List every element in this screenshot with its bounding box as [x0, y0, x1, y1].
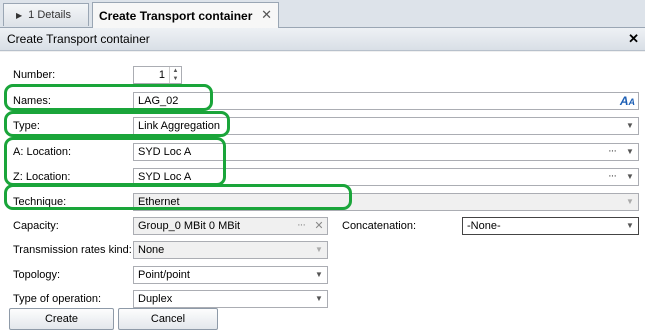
type-highlight: [4, 111, 230, 137]
topology-value: Point/point: [138, 269, 190, 281]
capacity-value: Group_0 MBit 0 MBit: [138, 220, 241, 232]
topology-label: Topology:: [13, 269, 61, 281]
names-highlight: [4, 84, 213, 111]
concatenation-value: -None-: [467, 220, 501, 232]
type-of-operation-select[interactable]: Duplex ▼: [133, 290, 328, 308]
number-stepper[interactable]: 1 ▲ ▼: [133, 66, 182, 84]
close-tab-icon[interactable]: ✕: [261, 7, 272, 23]
close-dialog-icon[interactable]: ✕: [628, 31, 639, 47]
concatenation-label: Concatenation:: [342, 220, 416, 232]
chevron-down-icon[interactable]: ▼: [622, 118, 638, 134]
tab-create-transport-container[interactable]: Create Transport container ✕: [92, 2, 279, 28]
cancel-button[interactable]: Cancel: [118, 308, 218, 330]
number-label: Number:: [13, 69, 56, 81]
transmission-rates-kind-label: Transmission rates kind:: [13, 244, 132, 256]
tab-details-label: 1 Details: [28, 9, 71, 21]
chevron-down-icon[interactable]: ▼: [311, 242, 327, 258]
play-arrow-icon: ▶: [16, 10, 23, 20]
font-style-icon[interactable]: AA: [620, 93, 635, 109]
browse-dots-icon[interactable]: ···: [293, 218, 309, 234]
concatenation-select[interactable]: -None- ▼: [462, 217, 639, 235]
tab-bar: ▶ 1 Details Create Transport container ✕: [0, 0, 645, 28]
type-of-operation-label: Type of operation:: [13, 293, 102, 305]
location-highlight: [4, 137, 226, 186]
form-panel: Number: 1 ▲ ▼ Names: LAG_02 AA Type: Link…: [0, 52, 645, 334]
transmission-rates-kind-value: None: [138, 244, 165, 256]
topology-select[interactable]: Point/point ▼: [133, 266, 328, 284]
dialog-title-bar: Create Transport container ✕: [0, 28, 645, 51]
dialog-title: Create Transport container: [7, 32, 150, 46]
chevron-down-icon[interactable]: ▼: [311, 267, 327, 283]
chevron-down-icon[interactable]: ▼: [622, 144, 638, 160]
tab-details[interactable]: ▶ 1 Details: [3, 3, 89, 26]
chevron-down-icon[interactable]: ▼: [622, 218, 638, 234]
transmission-rates-kind-select[interactable]: None ▼: [133, 241, 328, 259]
create-button[interactable]: Create: [9, 308, 114, 330]
chevron-down-icon[interactable]: ▼: [622, 194, 638, 210]
clear-x-icon[interactable]: ✕: [311, 218, 327, 234]
chevron-down-icon[interactable]: ▼: [622, 169, 638, 185]
type-of-operation-value: Duplex: [138, 293, 173, 305]
chevron-down-icon[interactable]: ▼: [311, 291, 327, 307]
technique-highlight: [4, 184, 352, 210]
spinner-arrows-icon[interactable]: ▲ ▼: [169, 67, 181, 83]
tab-create-label: Create Transport container: [99, 8, 253, 23]
browse-dots-icon[interactable]: ···: [604, 144, 620, 160]
capacity-label: Capacity:: [13, 220, 59, 232]
browse-dots-icon[interactable]: ···: [604, 169, 620, 185]
capacity-field[interactable]: Group_0 MBit 0 MBit ··· ✕: [133, 217, 328, 235]
number-value: 1: [158, 69, 165, 81]
